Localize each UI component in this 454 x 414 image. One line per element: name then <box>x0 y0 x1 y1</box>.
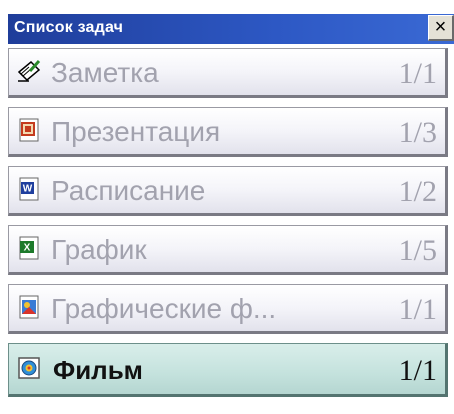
task-label: Графические ф... <box>51 293 277 324</box>
close-button[interactable]: × <box>428 15 454 41</box>
task-count: 1/1 <box>398 354 437 387</box>
task-count: 1/5 <box>398 234 437 267</box>
image-file-icon <box>19 295 39 319</box>
spreadsheet-icon: X <box>19 236 39 260</box>
title-bar[interactable]: Список задач × <box>8 14 454 44</box>
task-label: Презентация <box>51 116 221 147</box>
task-item-note[interactable]: Заметка 1/1 <box>8 48 448 98</box>
note-icon <box>17 59 41 82</box>
word-document-icon: W <box>19 177 39 201</box>
task-label: Заметка <box>51 57 159 88</box>
task-count: 1/1 <box>398 293 437 326</box>
task-item-schedule[interactable]: W Расписание 1/2 <box>8 166 448 216</box>
movie-icon <box>18 357 40 379</box>
task-item-presentation[interactable]: Презентация 1/3 <box>8 107 448 157</box>
task-count: 1/3 <box>398 116 437 149</box>
close-icon: × <box>434 16 447 38</box>
task-item-graphic-files[interactable]: Графические ф... 1/1 <box>8 284 448 334</box>
task-list: Заметка 1/1 Презентация 1/3 W Расписание… <box>8 48 454 406</box>
presentation-icon <box>19 118 39 142</box>
task-list-window: Список задач × Заметка 1/1 Презентация 1… <box>8 14 454 414</box>
window-title: Список задач <box>14 19 124 36</box>
task-item-movie[interactable]: Фильм 1/1 <box>8 343 448 397</box>
task-count: 1/1 <box>398 57 437 90</box>
svg-text:W: W <box>23 184 33 195</box>
task-count: 1/2 <box>398 175 437 208</box>
task-label: Расписание <box>51 175 206 206</box>
svg-text:X: X <box>24 243 31 254</box>
task-label: График <box>51 234 147 265</box>
task-item-chart[interactable]: X График 1/5 <box>8 225 448 275</box>
task-label: Фильм <box>53 355 143 385</box>
